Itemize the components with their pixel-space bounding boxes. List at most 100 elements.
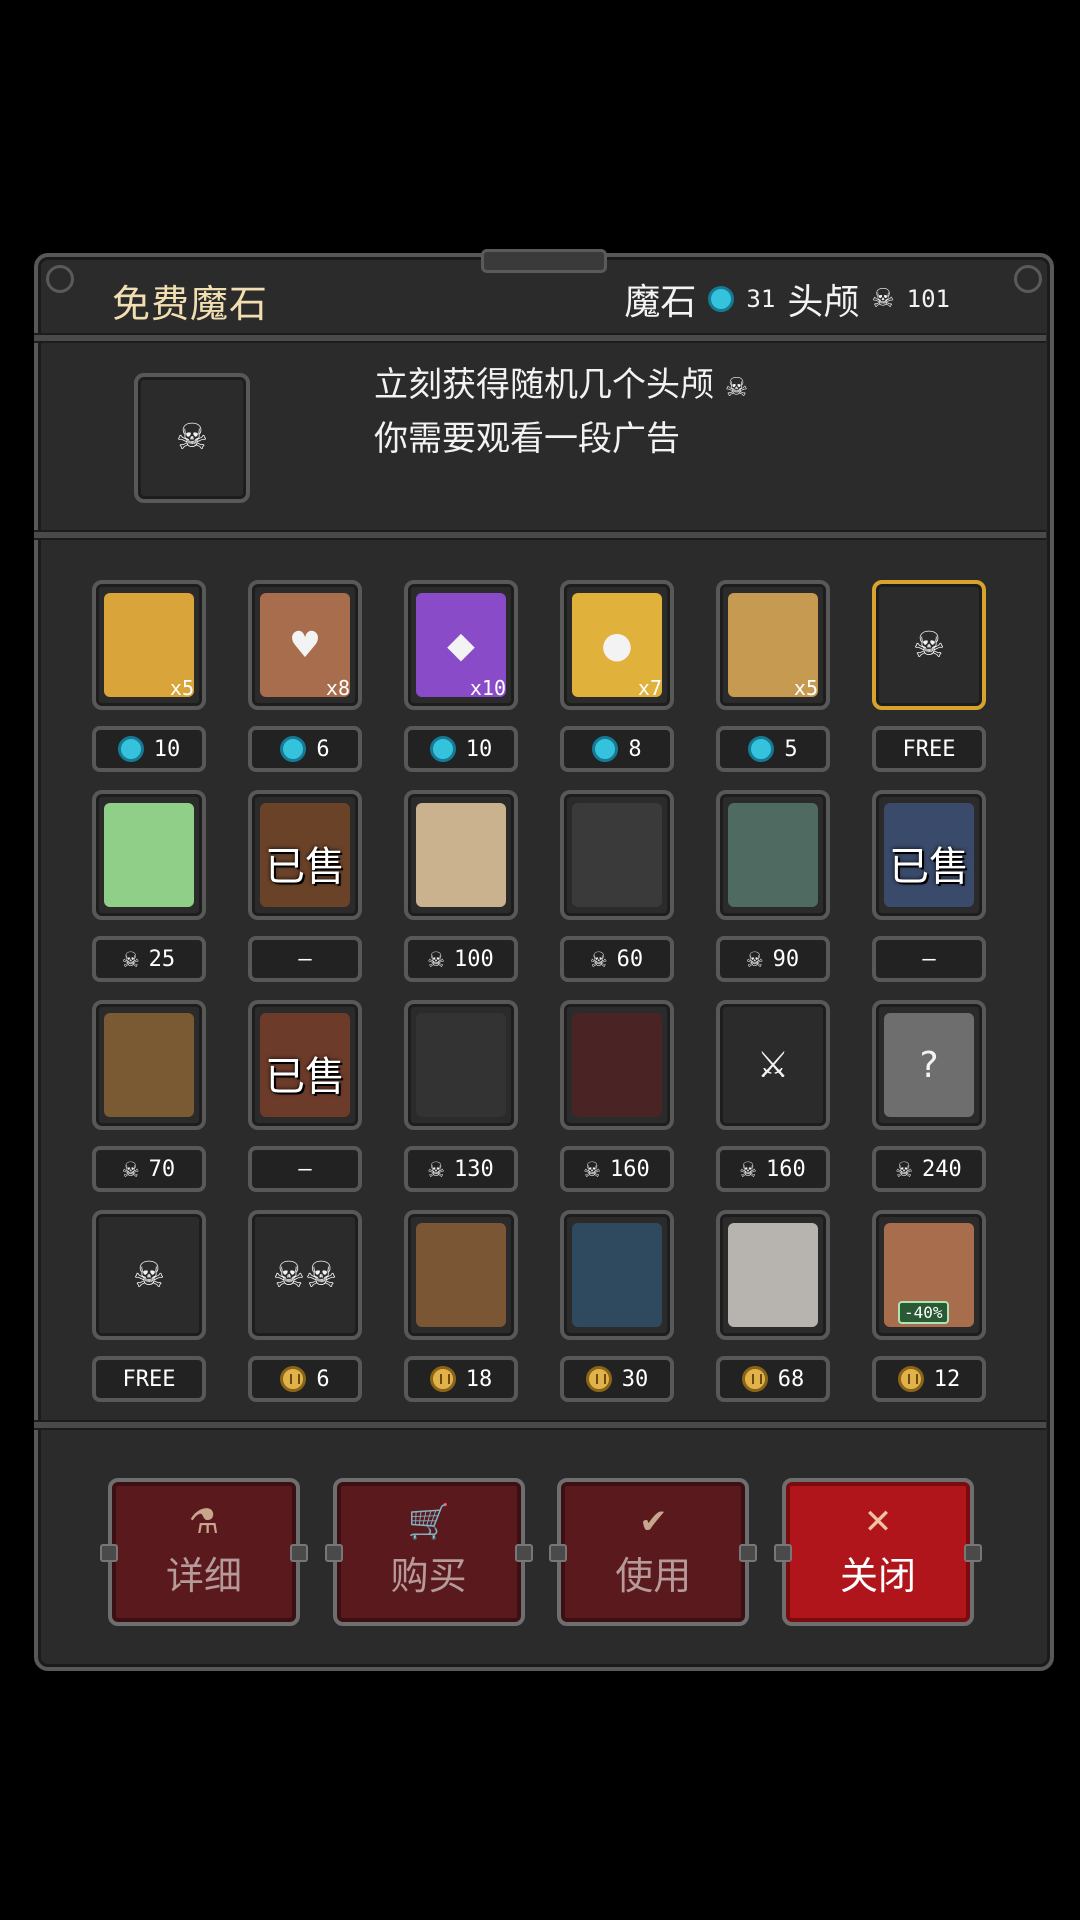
- shop-item[interactable]: ☠ FREE: [92, 1210, 206, 1420]
- skull-pile-icon: ☠☠: [272, 1254, 338, 1296]
- shop-item[interactable]: ☠ FREE: [872, 580, 986, 790]
- item-slot[interactable]: -40%: [872, 1210, 986, 1340]
- item-slot[interactable]: ?: [872, 1000, 986, 1130]
- gem-icon: [708, 286, 735, 312]
- dark-cultist-icon: [416, 1013, 506, 1117]
- skull-icon: ☠: [896, 1154, 912, 1184]
- price-value: 5: [784, 736, 798, 762]
- description-line-2: 你需要观看一段广告: [374, 419, 680, 459]
- price-tag: —: [872, 936, 986, 982]
- item-slot[interactable]: ● x7: [560, 580, 674, 710]
- item-slot[interactable]: [716, 790, 830, 920]
- item-slot[interactable]: 已售: [248, 790, 362, 920]
- item-slot[interactable]: 已售: [872, 790, 986, 920]
- zombie-shield-icon: [728, 803, 818, 907]
- shop-item[interactable]: ♥ x8 6: [248, 580, 362, 790]
- shop-item[interactable]: ☠ 70: [92, 1000, 206, 1210]
- shop-item[interactable]: ⚔ ☠ 160: [716, 1000, 830, 1210]
- item-slot[interactable]: [92, 1000, 206, 1130]
- shop-item[interactable]: 18: [404, 1210, 518, 1420]
- close-button[interactable]: ✕ 关闭: [773, 1478, 982, 1626]
- buy-label: 购买: [390, 1553, 467, 1598]
- price-tag: —: [248, 1146, 362, 1192]
- item-slot[interactable]: [560, 1210, 674, 1340]
- item-quantity: x7: [637, 676, 662, 700]
- price-tag: FREE: [872, 726, 986, 772]
- price-value: 130: [453, 1156, 494, 1182]
- shop-grid: x5 10 ♥ x8 6 ◆ x10 10 ● x7 8 x5 5 ☠ FREE ☠ 25 已售 — ☠ 100 ☠ 60 ☠…: [92, 580, 992, 1420]
- magic-stone-count: 31: [746, 285, 776, 313]
- shop-item[interactable]: 68: [716, 1210, 830, 1420]
- buy-button[interactable]: 🛒 购买: [324, 1478, 533, 1626]
- shop-item[interactable]: ☠ 160: [560, 1000, 674, 1210]
- item-slot[interactable]: [404, 790, 518, 920]
- shop-header: 免费魔石 魔石 31 头颅 ☠ 101: [34, 253, 1046, 337]
- price-tag: 68: [716, 1356, 830, 1402]
- item-slot[interactable]: [92, 790, 206, 920]
- sold-label: 已售: [265, 1054, 345, 1100]
- coin-icon: [585, 1366, 612, 1392]
- shop-item[interactable]: ? ☠ 240: [872, 1000, 986, 1210]
- shop-item[interactable]: 已售 —: [248, 790, 362, 1000]
- gem-icon: [748, 736, 775, 762]
- shop-item[interactable]: 已售 —: [872, 790, 986, 1000]
- coin-icon: [897, 1366, 924, 1392]
- item-slot[interactable]: [560, 1000, 674, 1130]
- price-value: 10: [465, 736, 493, 762]
- item-slot[interactable]: ☠: [92, 1210, 206, 1340]
- shop-item[interactable]: ● x7 8: [560, 580, 674, 790]
- close-label: 关闭: [839, 1553, 916, 1598]
- item-slot[interactable]: [404, 1000, 518, 1130]
- cart-icon: 🛒: [407, 1501, 450, 1542]
- divider: [34, 1420, 1046, 1430]
- shop-item[interactable]: -40% 12: [872, 1210, 986, 1420]
- skull-icon: ☠: [590, 944, 607, 974]
- item-slot[interactable]: ⚔: [716, 1000, 830, 1130]
- price-tag: 30: [560, 1356, 674, 1402]
- price-value: 30: [621, 1366, 649, 1392]
- shop-item[interactable]: ☠ 130: [404, 1000, 518, 1210]
- price-value: —: [298, 1156, 312, 1182]
- item-slot[interactable]: ☠: [872, 580, 986, 710]
- item-slot[interactable]: ◆ x10: [404, 580, 518, 710]
- skull-icon: ☠: [175, 417, 209, 458]
- currency-display: 魔石 31 头颅 ☠ 101: [624, 273, 950, 325]
- price-value: FREE: [902, 736, 956, 762]
- item-slot[interactable]: x5: [92, 580, 206, 710]
- button-knob: [549, 1544, 568, 1562]
- item-slot[interactable]: [560, 790, 674, 920]
- hooded-reaper-icon: [572, 803, 662, 907]
- skull-icon: ☠: [428, 944, 444, 974]
- price-value: 68: [777, 1366, 805, 1392]
- close-icon: ✕: [863, 1501, 893, 1542]
- details-button[interactable]: ⚗ 详细: [100, 1478, 308, 1626]
- button-knob: [290, 1544, 308, 1562]
- item-description: 立刻获得随机几个头颅 ☠ 你需要观看一段广告: [374, 358, 748, 466]
- item-slot[interactable]: ♥ x8: [248, 580, 362, 710]
- shop-item[interactable]: ☠ 100: [404, 790, 518, 1000]
- shop-item[interactable]: x5 10: [92, 580, 206, 790]
- item-slot[interactable]: x5: [716, 580, 830, 710]
- coin-icon: [741, 1366, 768, 1392]
- shop-item[interactable]: ☠ 60: [560, 790, 674, 1000]
- item-quantity: x5: [169, 676, 194, 700]
- shop-item[interactable]: 30: [560, 1210, 674, 1420]
- use-button[interactable]: ✔ 使用: [549, 1478, 758, 1626]
- shop-item[interactable]: ☠ 25: [92, 790, 206, 1000]
- shop-item[interactable]: x5 5: [716, 580, 830, 790]
- price-value: 160: [765, 1156, 806, 1182]
- shop-item[interactable]: 已售 —: [248, 1000, 362, 1210]
- price-tag: ☠ 100: [404, 936, 518, 982]
- item-slot[interactable]: 已售: [248, 1000, 362, 1130]
- sold-label: 已售: [265, 844, 345, 890]
- price-value: 25: [148, 946, 176, 972]
- shop-item[interactable]: ◆ x10 10: [404, 580, 518, 790]
- price-tag: 10: [92, 726, 206, 772]
- skull-icon: ☠: [912, 624, 946, 666]
- item-slot[interactable]: [716, 1210, 830, 1340]
- item-slot[interactable]: ☠☠: [248, 1210, 362, 1340]
- item-slot[interactable]: [404, 1210, 518, 1340]
- shop-item[interactable]: ☠☠ 6: [248, 1210, 362, 1420]
- price-tag: ☠ 160: [560, 1146, 674, 1192]
- shop-item[interactable]: ☠ 90: [716, 790, 830, 1000]
